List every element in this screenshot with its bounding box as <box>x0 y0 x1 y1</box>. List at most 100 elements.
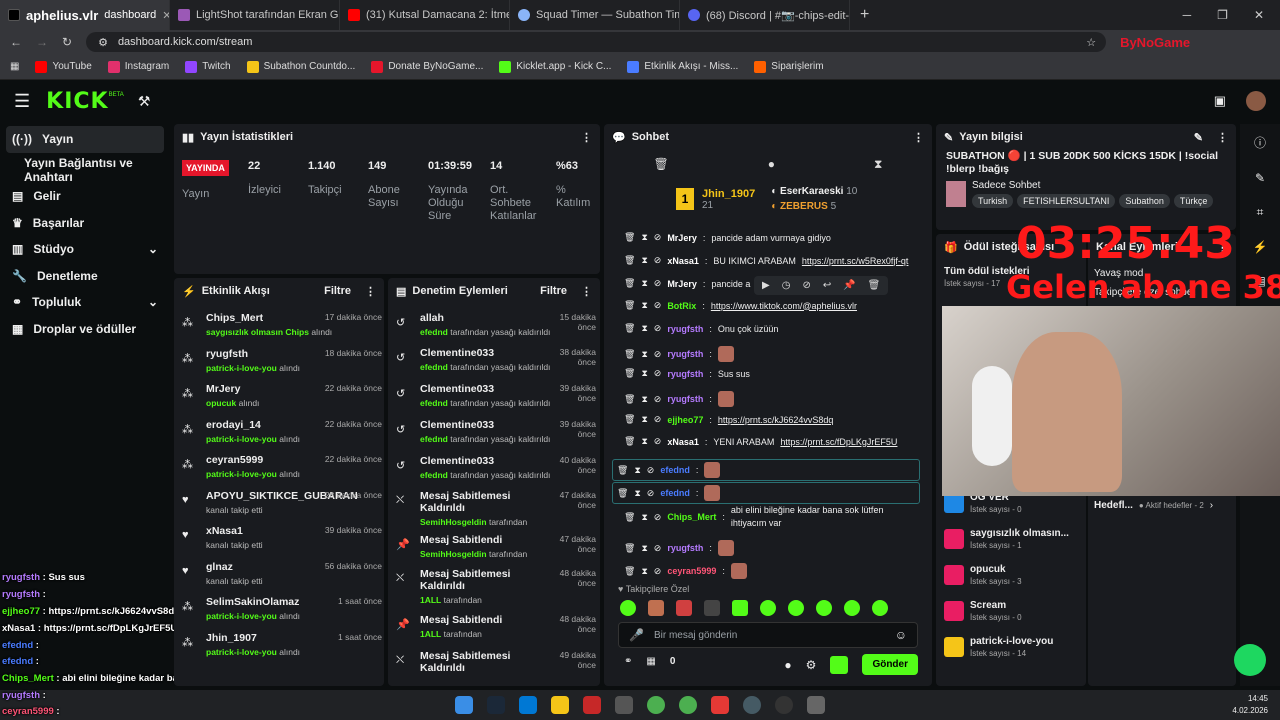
delete-icon[interactable]: 🗑 <box>624 566 635 577</box>
tag[interactable]: Subathon <box>1119 194 1170 208</box>
chat-username[interactable]: ryugfsth <box>667 394 703 404</box>
ban-icon[interactable]: ⊘ <box>647 465 655 476</box>
tag[interactable]: Türkçe <box>1173 194 1214 208</box>
chat-username[interactable]: efednd <box>660 488 690 498</box>
chat-message[interactable]: 🗑 ⧗ ⊘ ryugfsth: <box>624 540 734 556</box>
hammer-icon[interactable]: ⚒ <box>138 93 151 110</box>
chat-username[interactable]: Chips_Mert <box>667 511 716 524</box>
gear-icon[interactable]: ⚙ <box>806 658 817 672</box>
chat-username[interactable]: ceyran5999 <box>667 566 716 576</box>
chat-username[interactable]: efednd <box>660 465 690 475</box>
chat-link[interactable]: https://www.tiktok.com/@aphelius.vlr <box>711 301 857 311</box>
ban-icon[interactable]: ⊘ <box>802 280 810 291</box>
more-icon[interactable]: ⋮ <box>581 131 592 144</box>
app-icon[interactable] <box>615 696 633 714</box>
menu-icon[interactable]: ☰ <box>14 91 30 112</box>
more-icon[interactable]: ⋮ <box>581 285 592 298</box>
filter-button[interactable]: Filtre <box>540 285 567 298</box>
chrome-icon[interactable] <box>647 696 665 714</box>
delete-icon[interactable]: 🗑 <box>624 543 635 554</box>
emote-icon[interactable] <box>872 600 888 616</box>
bookmark[interactable]: Siparişlerim <box>754 60 824 73</box>
timeout-icon[interactable]: ⧗ <box>641 543 647 554</box>
chat-username[interactable]: ejjheo77 <box>667 415 703 425</box>
delete-icon[interactable]: 🗑 <box>868 280 881 291</box>
timeout-icon[interactable]: ⧗ <box>634 465 640 476</box>
pin-icon[interactable]: 📌 <box>843 280 855 291</box>
browser-tab[interactable]: (68) Discord | #📷-chips-edit-fo✕ <box>680 0 850 30</box>
chat-username[interactable]: ryugfsth <box>667 369 703 379</box>
obs-icon[interactable] <box>775 696 793 714</box>
bookmark[interactable]: YouTube <box>35 60 92 73</box>
folder-icon[interactable] <box>551 696 569 714</box>
gift-icon[interactable]: ▦ <box>646 656 655 667</box>
chrome-icon[interactable] <box>679 696 697 714</box>
mic-icon[interactable]: 🎤 <box>629 628 644 642</box>
goals-row[interactable]: Hedefl... ● Aktif hedefler - 2 › <box>1094 500 1213 511</box>
emote-icon[interactable] <box>648 600 664 616</box>
timeout-icon[interactable]: ⧗ <box>641 255 647 266</box>
pencil-icon[interactable]: ✎ <box>1255 171 1265 185</box>
emote-icon[interactable] <box>676 600 692 616</box>
bookmark[interactable]: Kicklet.app - Kick C... <box>499 60 611 73</box>
new-tab-icon[interactable]: + <box>850 6 869 24</box>
support-button[interactable] <box>1234 644 1266 676</box>
chat-message[interactable]: 🗑 ⧗ ⊘ MrJery: pancide adam vurmaya gidiyo <box>624 232 831 243</box>
close-icon[interactable]: ✕ <box>162 9 169 22</box>
emote-icon[interactable] <box>620 600 636 616</box>
url-field[interactable]: ⚙ dashboard.kick.com/stream ☆ <box>86 32 1107 52</box>
timeout-icon[interactable]: ⧗ <box>634 488 640 499</box>
delete-icon[interactable]: 🗑 <box>624 323 635 334</box>
apps-icon[interactable]: ▦ <box>10 61 19 72</box>
emote-icon[interactable] <box>704 600 720 616</box>
ban-icon[interactable]: ⊘ <box>654 394 662 405</box>
chat-input[interactable]: 🎤 Bir mesaj gönderin ☺ <box>618 622 918 648</box>
chat-username[interactable]: ryugfsth <box>667 349 703 359</box>
delete-icon[interactable]: 🗑 <box>617 488 628 499</box>
timeout-icon[interactable]: ⧗ <box>641 278 647 289</box>
more-icon[interactable]: ⋮ <box>365 285 376 298</box>
reward-item[interactable]: opucuk İstek sayısı - 3 <box>944 564 1084 586</box>
reward-item[interactable]: Scream İstek sayısı - 0 <box>944 600 1084 622</box>
delete-icon[interactable]: 🗑 <box>624 255 635 266</box>
chat-message[interactable]: 🗑 ⧗ ⊘ xNasa1: BU IKIMCI ARABAM https://prnt.s… <box>624 255 908 266</box>
ban-icon[interactable]: ⊘ <box>654 414 662 425</box>
timeout-icon[interactable]: ⧗ <box>641 300 647 311</box>
chat-message[interactable]: 🗑 ⧗ ⊘ Chips_Mert: abi elini bileğine kadar b… <box>624 504 904 530</box>
app-icon[interactable] <box>583 696 601 714</box>
tag[interactable]: Turkish <box>972 194 1014 208</box>
chat-message[interactable]: 🗑 ⧗ ⊘ ceyran5999: <box>624 563 747 579</box>
emote-icon[interactable] <box>788 600 804 616</box>
sidebar-item-stream-key[interactable]: Yayın Bağlantısı ve Anahtarı <box>0 156 170 184</box>
ban-icon[interactable]: ⊘ <box>654 368 662 379</box>
timeout-icon[interactable]: ⧗ <box>641 566 647 577</box>
filter-button[interactable]: Filtre <box>324 285 351 298</box>
bookmark[interactable]: Etkinlik Akışı - Miss... <box>627 60 738 73</box>
avatar[interactable] <box>1246 91 1266 111</box>
chat-message[interactable]: 🗑 ⧗ ⊘ ryugfsth: <box>624 391 734 407</box>
delete-icon[interactable]: 🗑 <box>624 436 635 447</box>
maximize-icon[interactable]: ❐ <box>1217 8 1228 22</box>
emote-icon[interactable] <box>844 600 860 616</box>
chat-username[interactable]: MrJery <box>667 279 697 289</box>
delete-icon[interactable]: 🗑 <box>624 394 635 405</box>
delete-icon[interactable]: 🗑 <box>624 232 635 243</box>
bookmark[interactable]: Instagram <box>107 60 169 73</box>
send-button[interactable]: Gönder <box>862 654 918 675</box>
app-icon[interactable] <box>743 696 761 714</box>
delete-icon[interactable]: 🗑 <box>617 465 628 476</box>
ban-icon[interactable]: ⊘ <box>647 488 655 499</box>
app-icon[interactable] <box>807 696 825 714</box>
bolt-icon[interactable]: ⚡ <box>1253 240 1268 254</box>
emoji-icon[interactable]: ☺ <box>895 628 907 642</box>
chat-link[interactable]: https://prnt.sc/w5Rex0fjf-qt <box>802 256 909 266</box>
bookmark[interactable]: Subathon Countdo... <box>246 60 355 73</box>
windows-start-icon[interactable] <box>455 696 473 714</box>
ban-icon[interactable]: ⊘ <box>654 566 662 577</box>
chat-message[interactable]: 🗑 ⧗ ⊘ xNasa1: YENI ARABAM https://prnt.sc/fDp… <box>624 436 897 447</box>
ban-icon[interactable]: ⊘ <box>654 255 662 266</box>
browser-tab[interactable]: LightShot tarafından Ekran Gör✕ <box>170 0 340 30</box>
edit-icon[interactable]: ✎ <box>1194 131 1203 144</box>
timeout-icon[interactable]: ⧗ <box>641 436 647 447</box>
kick-logo[interactable]: KICK <box>46 89 108 114</box>
